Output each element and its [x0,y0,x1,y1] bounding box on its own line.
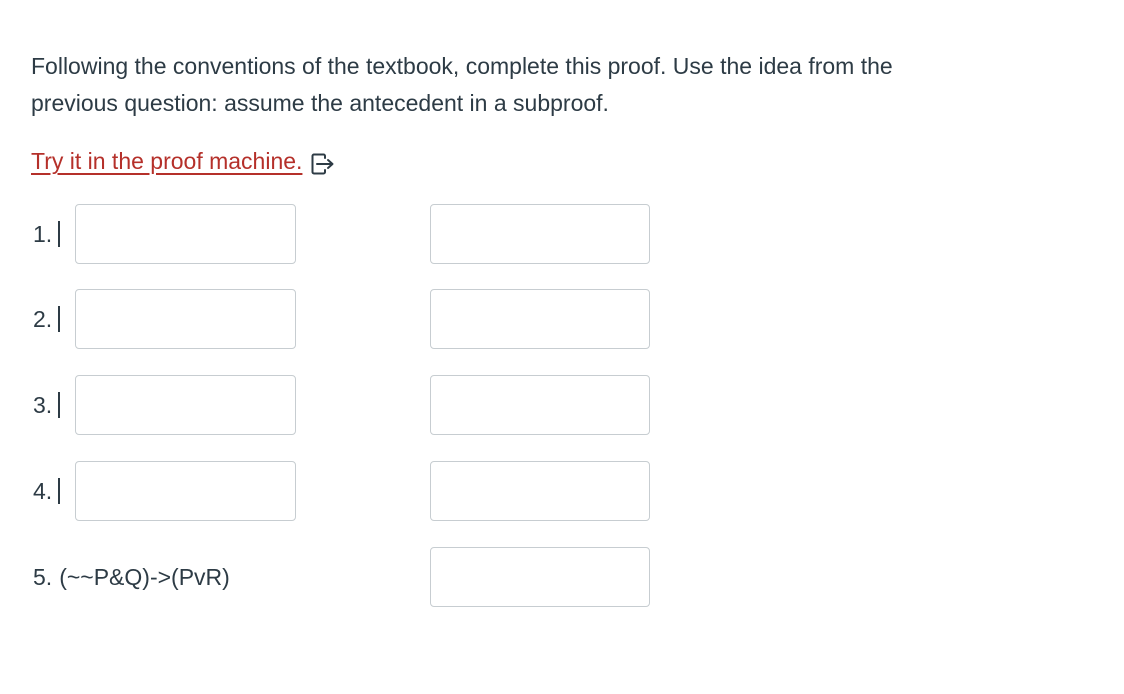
proof-machine-link[interactable]: Try it in the proof machine. [31,146,302,176]
proof-machine-link-row: Try it in the proof machine. [31,146,335,176]
proof-line-3: 3. [0,375,1124,435]
subproof-bar [58,392,61,418]
line-label: 2. [33,289,61,349]
subproof-bar [58,478,61,504]
proof-line-5: 5. (~~P&Q)->(PvR) [0,547,1124,607]
external-link-icon[interactable] [311,152,335,175]
proof-line-4: 4. [0,461,1124,521]
question-prompt: Following the conventions of the textboo… [31,48,1031,122]
subproof-bar [58,306,61,332]
line-number: 5. [33,563,53,590]
line-number: 1. [33,220,53,247]
line-number: 2. [33,305,53,332]
conclusion-formula: (~~P&Q)->(PvR) [59,563,230,590]
line-label: 1. [33,204,61,264]
line-label: 3. [33,375,61,435]
justification-input-1[interactable] [430,204,650,264]
proof-line-2: 2. [0,289,1124,349]
justification-input-2[interactable] [430,289,650,349]
formula-input-1[interactable] [75,204,296,264]
proof-line-1: 1. [0,204,1124,264]
justification-input-3[interactable] [430,375,650,435]
justification-input-4[interactable] [430,461,650,521]
question-text-line-2: previous question: assume the antecedent… [31,90,609,116]
question-text-line-1: Following the conventions of the textboo… [31,53,893,79]
line-number: 4. [33,477,53,504]
line-label: 5. (~~P&Q)->(PvR) [33,547,230,607]
line-label: 4. [33,461,61,521]
line-number: 3. [33,391,53,418]
formula-input-3[interactable] [75,375,296,435]
justification-input-5[interactable] [430,547,650,607]
formula-input-4[interactable] [75,461,296,521]
formula-input-2[interactable] [75,289,296,349]
subproof-bar [58,221,61,247]
